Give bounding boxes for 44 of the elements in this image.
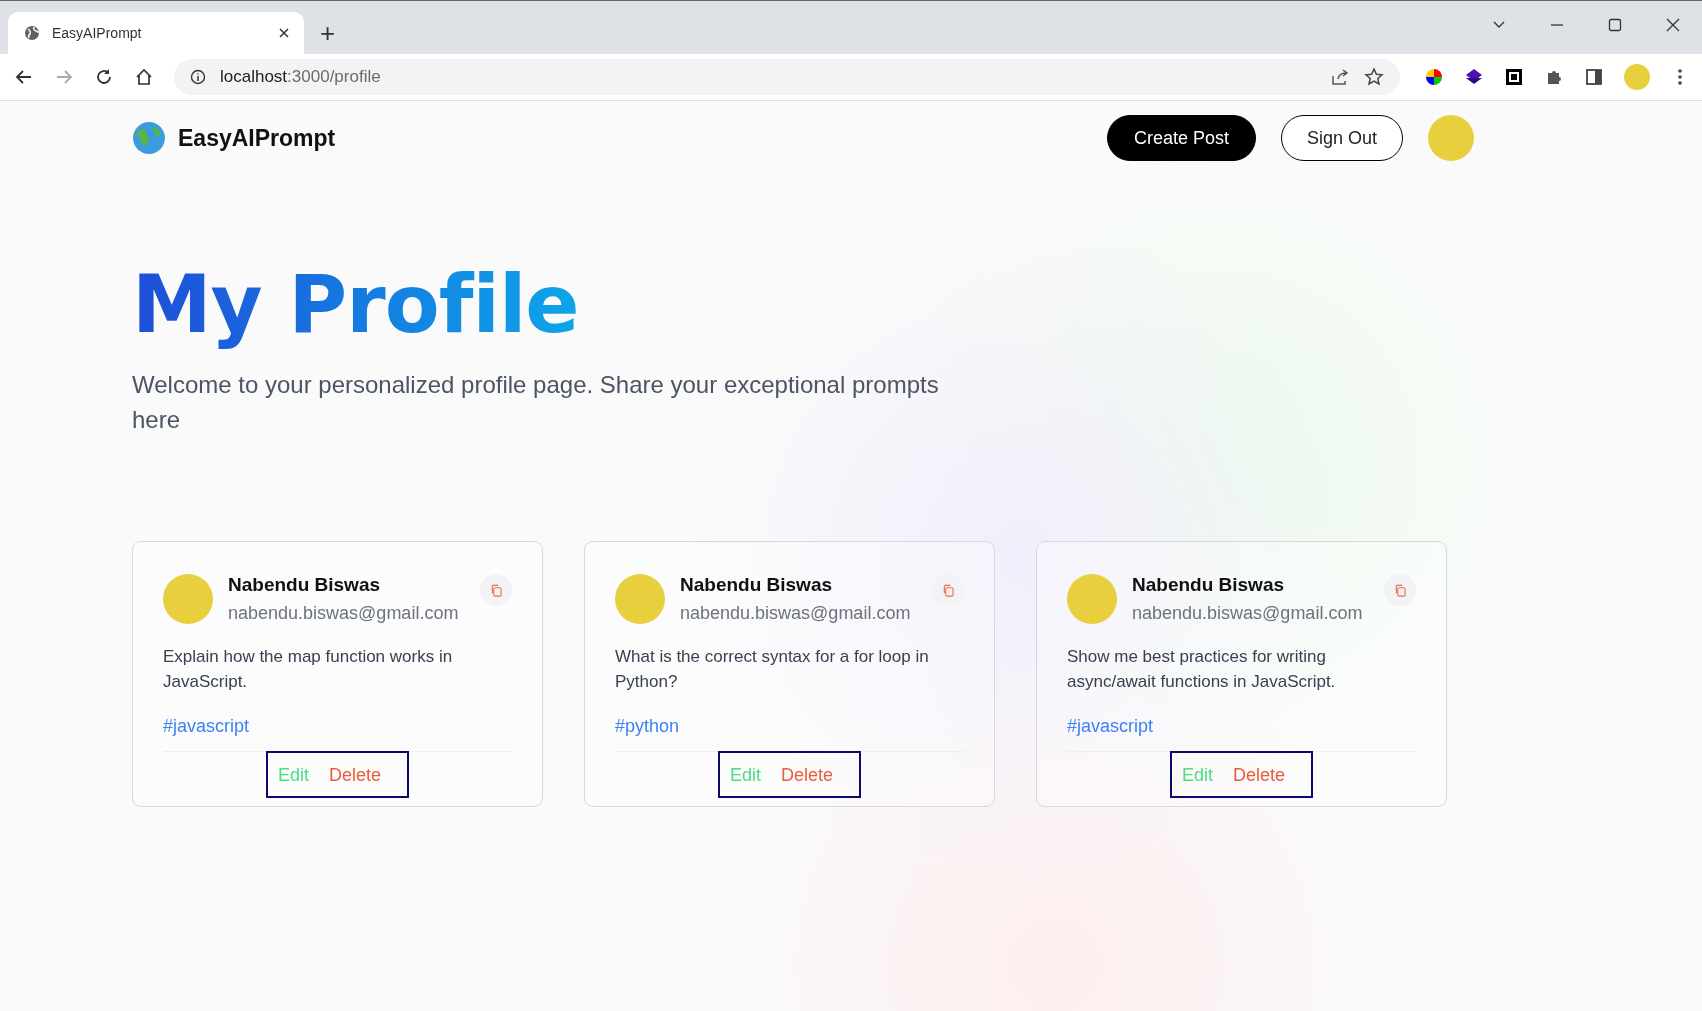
new-tab-button[interactable]: +: [320, 18, 336, 48]
prompt-text: What is the correct syntax for a for loop in Python?: [615, 646, 930, 693]
author-avatar: [615, 574, 665, 624]
close-icon[interactable]: [278, 27, 290, 39]
reload-icon[interactable]: [94, 67, 114, 87]
close-icon[interactable]: [1666, 18, 1680, 32]
page-description: Welcome to your personalized profile page. Share your exceptional prompts here: [132, 370, 940, 435]
delete-link[interactable]: Delete: [329, 765, 382, 786]
home-icon[interactable]: [134, 67, 154, 87]
author-email: nabendu.biswas@gmail.com: [680, 603, 911, 624]
author-avatar: [1067, 574, 1117, 624]
author-email: nabendu.biswas@gmail.com: [228, 603, 459, 624]
tag-link[interactable]: #javascript: [1067, 716, 1154, 737]
author-avatar: [163, 574, 213, 624]
url-text: localhost:3000/profile: [220, 67, 381, 87]
prompt-text: Show me best practices for writing async/await functions in JavaScript.: [1067, 646, 1337, 693]
prompt-text: Explain how the map function works in JavaScript.: [163, 646, 454, 693]
author-name: Nabendu Biswas: [228, 574, 381, 596]
create-post-button[interactable]: Create Post: [1106, 115, 1256, 161]
maximize-icon[interactable]: [1608, 18, 1622, 32]
sign-out-button[interactable]: Sign Out: [1280, 115, 1403, 161]
color-wheel-icon[interactable]: [1424, 67, 1444, 87]
square-icon[interactable]: [1504, 67, 1524, 87]
tag-link[interactable]: #python: [615, 716, 680, 737]
copy-icon: [489, 583, 503, 597]
copy-icon: [1393, 583, 1407, 597]
layers-icon[interactable]: [1464, 67, 1484, 87]
brand-name[interactable]: EasyAIPrompt: [178, 124, 336, 152]
author-name: Nabendu Biswas: [680, 574, 833, 596]
side-panel-icon[interactable]: [1584, 67, 1604, 87]
star-icon[interactable]: [1364, 67, 1384, 87]
info-icon: [190, 69, 206, 85]
delete-link[interactable]: Delete: [1233, 765, 1286, 786]
tag-link[interactable]: #javascript: [163, 716, 250, 737]
address-bar[interactable]: localhost:3000/profile: [174, 59, 1400, 95]
author-name: Nabendu Biswas: [1132, 574, 1285, 596]
author-email: nabendu.biswas@gmail.com: [1132, 603, 1363, 624]
tab-title: EasyAIPrompt: [52, 25, 143, 41]
browser-tab[interactable]: EasyAIPrompt: [8, 12, 304, 54]
globe-logo-icon: [132, 121, 166, 155]
globe-icon: [24, 25, 40, 41]
delete-link[interactable]: Delete: [781, 765, 834, 786]
copy-icon: [941, 583, 955, 597]
share-icon[interactable]: [1330, 67, 1350, 87]
